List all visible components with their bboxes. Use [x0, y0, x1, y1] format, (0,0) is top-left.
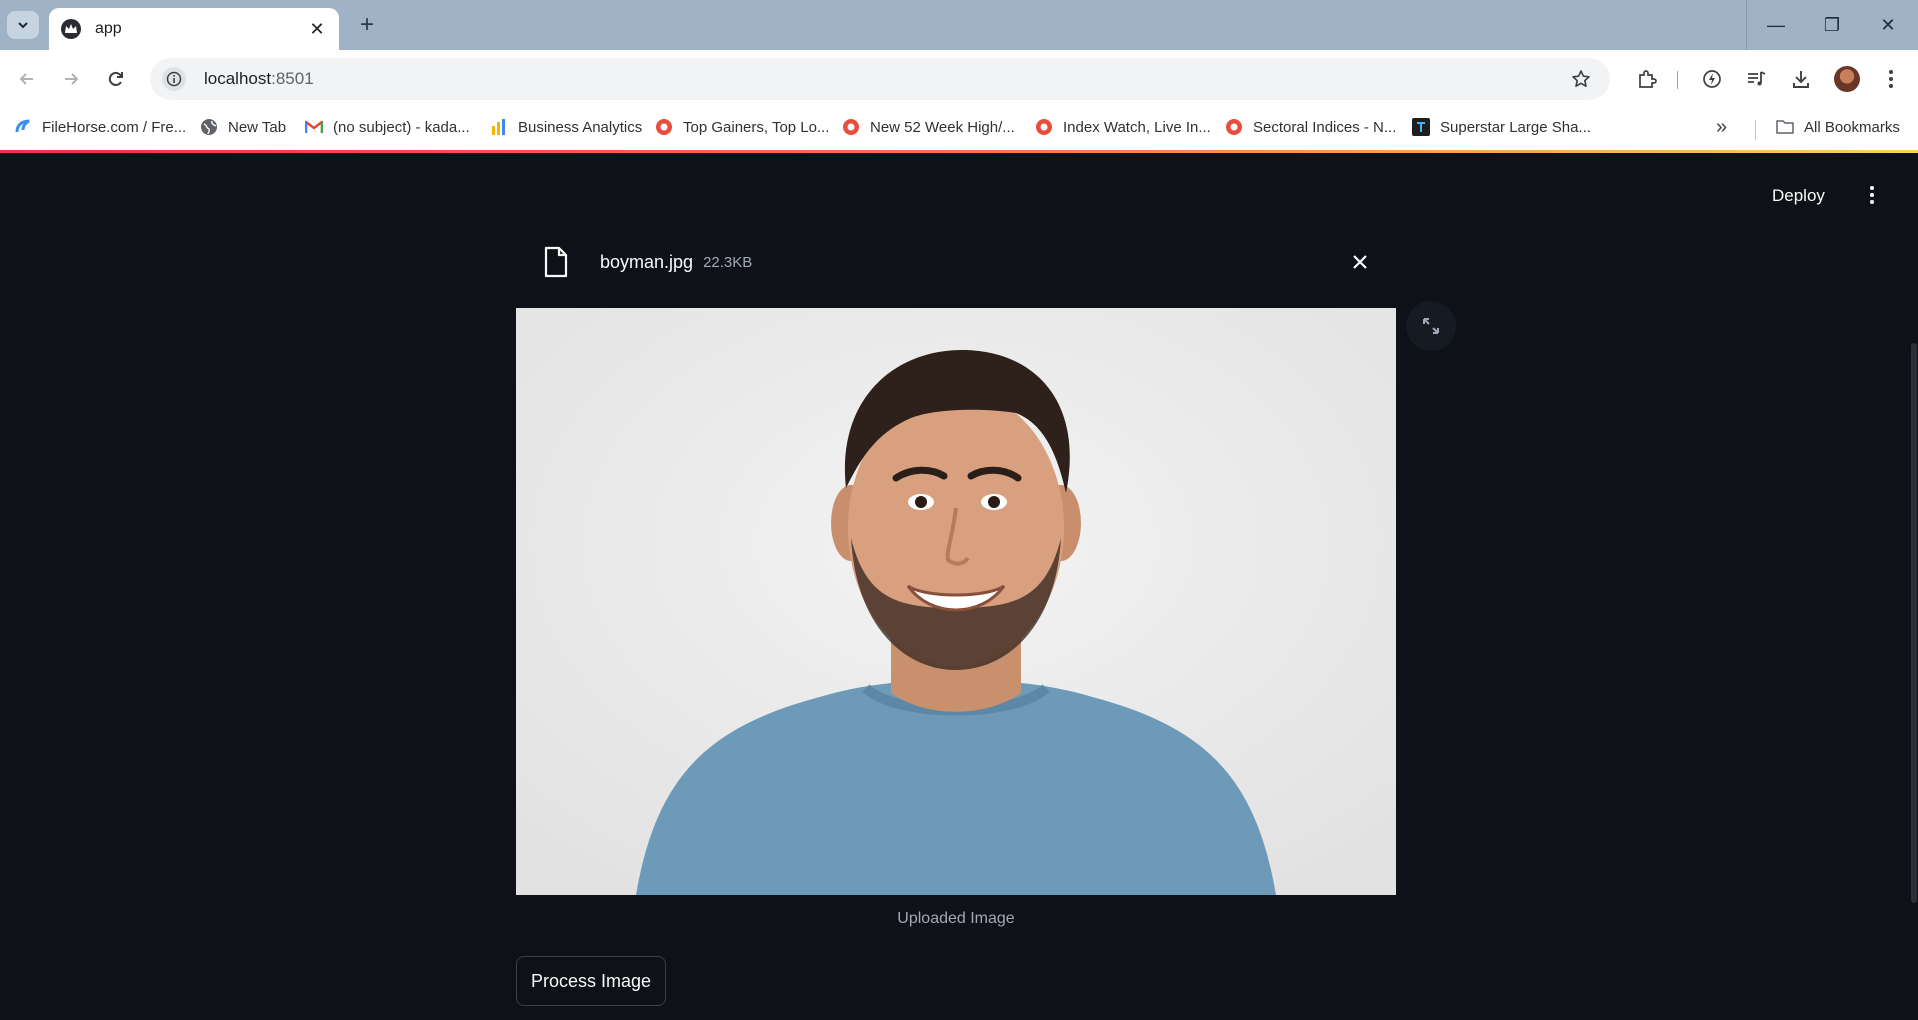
bookmarks-separator: [1755, 120, 1756, 140]
bookmark-label: Index Watch, Live In...: [1063, 118, 1211, 136]
remove-file-button[interactable]: [1348, 250, 1372, 274]
reload-button[interactable]: [101, 64, 131, 94]
moneycontrol-icon: [655, 118, 673, 136]
forward-button[interactable]: [56, 64, 86, 94]
file-icon: [536, 242, 576, 282]
streamlit-crown-icon: [61, 19, 81, 39]
uploaded-image: [516, 308, 1396, 895]
back-arrow-icon: [19, 73, 33, 85]
file-size: 22.3KB: [703, 253, 753, 271]
all-bookmarks-button[interactable]: All Bookmarks: [1776, 118, 1900, 136]
image-caption: Uploaded Image: [897, 910, 1015, 927]
tab-search-button[interactable]: [7, 11, 39, 39]
bookmark-label: Business Analytics: [518, 118, 643, 136]
globe-icon: [200, 118, 218, 136]
toolbar-separator: [1677, 71, 1678, 89]
bookmark-52-week-high[interactable]: New 52 Week High/...: [842, 118, 1015, 136]
bookmark-label: New Tab: [228, 118, 287, 136]
bookmark-label: New 52 Week High/...: [870, 118, 1015, 136]
extensions-icon[interactable]: [1632, 64, 1662, 94]
bookmark-star-icon[interactable]: [1566, 69, 1596, 89]
moneycontrol-icon: [1225, 118, 1243, 136]
bookmark-label: FileHorse.com / Fre...: [42, 118, 187, 136]
scrollbar-thumb[interactable]: [1911, 343, 1917, 903]
media-control-icon[interactable]: [1741, 64, 1771, 94]
file-name: boyman.jpg: [600, 251, 694, 272]
filehorse-icon: [14, 118, 32, 136]
forward-arrow-icon: [65, 73, 79, 85]
restore-button[interactable]: ❐: [1804, 0, 1860, 50]
bookmark-label: (no subject) - kada...: [333, 118, 470, 136]
address-bar[interactable]: localhost:8501: [150, 58, 1610, 100]
all-bookmarks-label: All Bookmarks: [1804, 118, 1900, 136]
deploy-button[interactable]: Deploy: [1772, 186, 1825, 206]
bookmark-label: Top Gainers, Top Lo...: [683, 118, 830, 136]
bookmark-new-tab[interactable]: New Tab: [200, 118, 286, 136]
profile-avatar[interactable]: [1834, 66, 1860, 92]
bookmark-label: Superstar Large Sha...: [1440, 118, 1591, 136]
folder-icon: [1776, 118, 1794, 136]
bookmark-filehorse[interactable]: FileHorse.com / Fre...: [14, 118, 186, 136]
uploaded-file-row: boyman.jpg 22.3KB: [516, 241, 1396, 283]
browser-toolbar: localhost:8501: [0, 50, 1918, 108]
app-menu-icon[interactable]: [1860, 183, 1884, 207]
bookmark-superstar[interactable]: Superstar Large Sha...: [1412, 118, 1591, 136]
bookmark-top-gainers[interactable]: Top Gainers, Top Lo...: [655, 118, 829, 136]
bookmarks-bar: FileHorse.com / Fre... New Tab (no subje…: [0, 108, 1918, 150]
close-tab-icon[interactable]: ✕: [307, 19, 327, 40]
new-tab-button[interactable]: +: [352, 10, 382, 40]
bookmark-sectoral-indices[interactable]: Sectoral Indices - N...: [1225, 118, 1396, 136]
moneycontrol-icon: [842, 118, 860, 136]
url-port: :8501: [271, 69, 314, 88]
portrait-illustration: [516, 308, 1396, 895]
fullscreen-button[interactable]: [1406, 301, 1456, 351]
process-image-button[interactable]: Process Image: [516, 956, 667, 1006]
browser-menu-icon[interactable]: [1876, 64, 1906, 94]
moneycontrol-icon: [1035, 118, 1053, 136]
more-bookmarks-button[interactable]: »: [1716, 116, 1727, 139]
app-main: Deploy boyman.jpg 22.3KB Uploaded Image …: [0, 153, 1918, 1020]
bookmark-business-analytics[interactable]: Business Analytics: [490, 118, 642, 136]
site-info-icon[interactable]: [162, 67, 186, 91]
bookmark-label: Sectoral Indices - N...: [1253, 118, 1397, 136]
url-text[interactable]: localhost:8501: [204, 69, 1566, 89]
close-icon: [1353, 255, 1367, 269]
analytics-icon: [490, 118, 508, 136]
active-tab[interactable]: app ✕: [49, 8, 339, 50]
chevron-down-icon: [18, 22, 28, 29]
close-window-button[interactable]: ✕: [1860, 0, 1916, 50]
url-host: localhost: [204, 69, 272, 88]
tab-strip: app ✕ + — ❐ ✕: [0, 0, 1918, 50]
tab-title: app: [95, 20, 122, 37]
reload-icon: [108, 71, 123, 86]
gmail-icon: [305, 118, 323, 136]
performance-icon[interactable]: [1697, 64, 1727, 94]
bookmark-index-watch[interactable]: Index Watch, Live In...: [1035, 118, 1211, 136]
tradingview-icon: [1412, 118, 1430, 136]
download-icon[interactable]: [1786, 64, 1816, 94]
expand-icon: [1423, 318, 1439, 334]
window-controls-divider: [1746, 0, 1747, 50]
minimize-button[interactable]: —: [1748, 0, 1804, 50]
bookmark-gmail[interactable]: (no subject) - kada...: [305, 118, 470, 136]
back-button[interactable]: [12, 64, 42, 94]
